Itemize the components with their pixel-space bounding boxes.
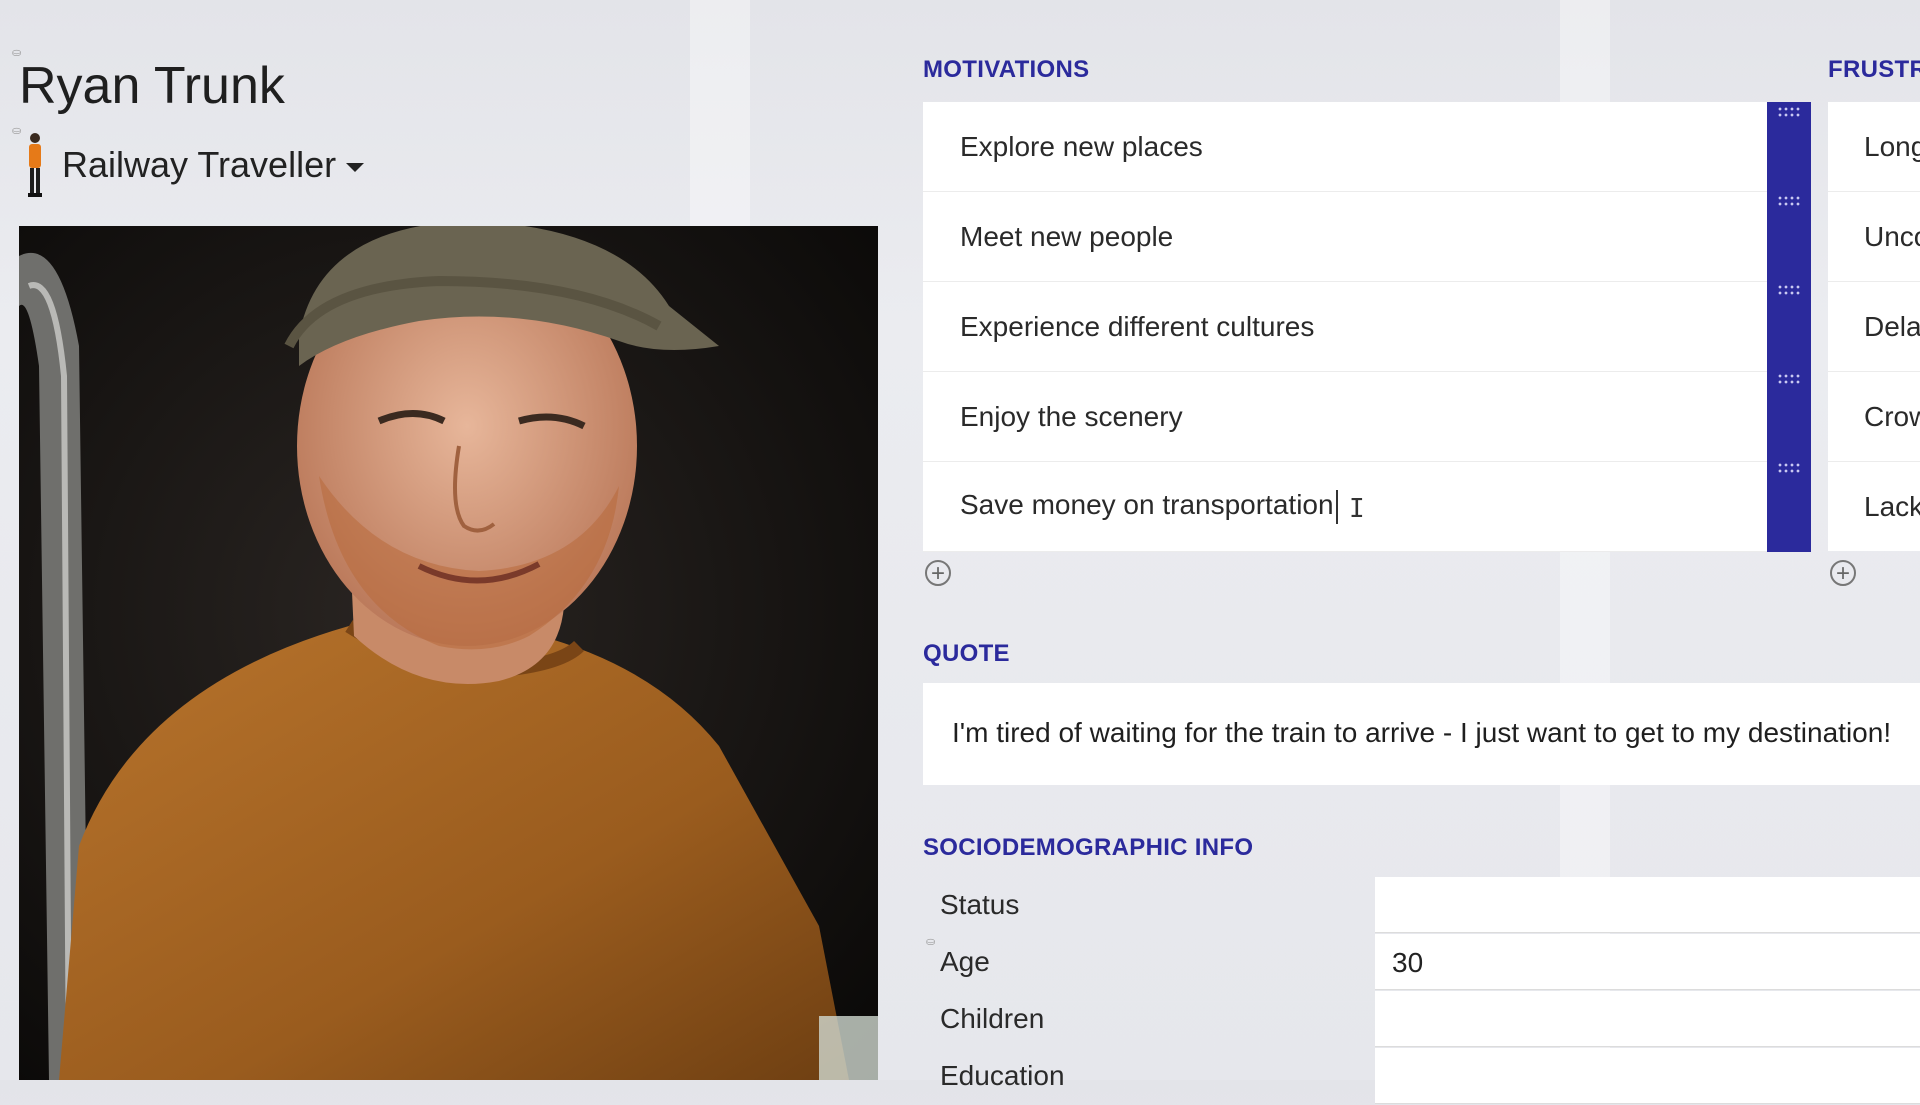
list-item[interactable]: Experience different cultures bbox=[923, 282, 1811, 372]
role-selector[interactable]: Railway Traveller bbox=[24, 130, 365, 200]
table-row: Children bbox=[923, 991, 1920, 1048]
quote-heading: QUOTE bbox=[923, 640, 1010, 667]
list-item[interactable]: Lack bbox=[1828, 462, 1920, 551]
drag-rail bbox=[1767, 102, 1811, 552]
list-item[interactable]: Long bbox=[1828, 102, 1920, 192]
persona-name[interactable]: Ryan Trunk bbox=[19, 56, 285, 116]
education-field[interactable] bbox=[1375, 1048, 1920, 1104]
chevron-down-icon[interactable] bbox=[346, 162, 365, 172]
children-label: Children bbox=[940, 1003, 1045, 1034]
role-label: Railway Traveller bbox=[62, 144, 337, 185]
list-item[interactable]: Dela bbox=[1828, 282, 1920, 372]
edit-handle-icon[interactable]: ⛀ bbox=[12, 124, 21, 137]
list-item[interactable]: Save money on transportation I bbox=[923, 462, 1811, 552]
sociodemographic-table: Status Age 30 Children Education bbox=[923, 877, 1920, 1105]
children-field[interactable] bbox=[1375, 991, 1920, 1047]
list-item[interactable]: Meet new people bbox=[923, 192, 1811, 282]
list-item[interactable]: Unco bbox=[1828, 192, 1920, 282]
persona-photo bbox=[19, 226, 878, 1080]
list-item[interactable]: Crow bbox=[1828, 372, 1920, 462]
drag-handle-icon[interactable] bbox=[1777, 462, 1801, 474]
sociodemographic-heading: SOCIODEMOGRAPHIC INFO bbox=[923, 834, 1254, 861]
status-label: Status bbox=[940, 889, 1020, 920]
motivation-text[interactable]: Enjoy the scenery bbox=[923, 401, 1183, 433]
drag-handle-icon[interactable] bbox=[1777, 284, 1801, 296]
list-item[interactable]: Enjoy the scenery bbox=[923, 372, 1811, 462]
motivation-text[interactable]: Save money on transportation bbox=[923, 489, 1338, 524]
age-field[interactable]: 30 bbox=[1375, 934, 1920, 990]
table-row: Status bbox=[923, 877, 1920, 934]
motivation-text[interactable]: Experience different cultures bbox=[923, 311, 1314, 343]
list-item[interactable]: Explore new places bbox=[923, 102, 1811, 192]
status-field[interactable] bbox=[1375, 877, 1920, 933]
text-cursor bbox=[1335, 489, 1338, 524]
drag-handle-icon[interactable] bbox=[1777, 373, 1801, 385]
education-label: Education bbox=[940, 1060, 1065, 1091]
person-figure-icon bbox=[28, 133, 42, 197]
drag-handle-icon[interactable] bbox=[1777, 195, 1801, 207]
motivation-text[interactable]: Meet new people bbox=[923, 221, 1173, 253]
ibeam-cursor-icon: I bbox=[1349, 494, 1365, 524]
frustrations-heading: FRUSTR bbox=[1828, 56, 1920, 83]
age-label: Age bbox=[940, 946, 990, 977]
frustrations-list: Long Unco Dela Crow Lack bbox=[1828, 102, 1920, 551]
add-motivation-button[interactable]: + bbox=[925, 560, 951, 586]
quote-field[interactable]: I'm tired of waiting for the train to ar… bbox=[923, 683, 1920, 785]
table-row: Age 30 bbox=[923, 934, 1920, 991]
drag-handle-icon[interactable] bbox=[1777, 106, 1801, 118]
table-row: Education bbox=[923, 1048, 1920, 1105]
add-frustration-button[interactable]: + bbox=[1830, 560, 1856, 586]
age-value: 30 bbox=[1392, 947, 1424, 978]
motivations-list: Explore new places Meet new people Exper… bbox=[923, 102, 1811, 552]
quote-text: I'm tired of waiting for the train to ar… bbox=[952, 717, 1892, 748]
motivation-text-value: Save money on transportation bbox=[960, 489, 1334, 521]
motivations-heading: MOTIVATIONS bbox=[923, 56, 1090, 83]
motivation-text[interactable]: Explore new places bbox=[923, 131, 1203, 163]
